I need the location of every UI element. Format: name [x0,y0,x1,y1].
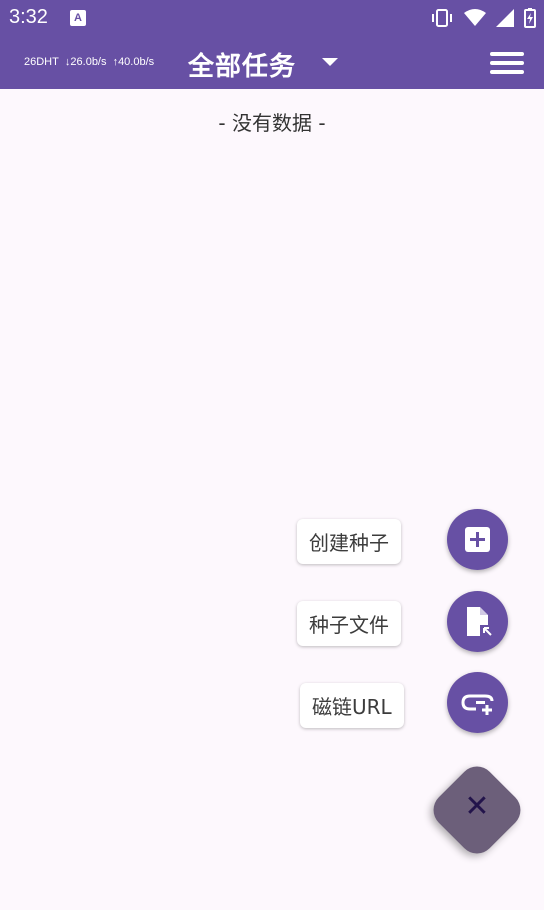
signal-icon [496,9,514,27]
wifi-icon [464,9,486,26]
add-box-icon [465,527,490,552]
create-torrent-button[interactable] [447,509,508,570]
magnet-url-label[interactable]: 磁链URL [300,683,404,728]
create-torrent-label[interactable]: 创建种子 [297,519,401,564]
file-open-icon [467,607,492,637]
add-link-icon [461,694,494,715]
upload-speed: ↑40.0b/s [112,56,155,68]
app-bar: 26DHT ↓26.0b/s ↑40.0b/s 全部任务 [0,38,544,89]
magnet-url-button[interactable] [447,672,508,733]
system-icons [430,7,536,29]
empty-state-text: - 没有数据 - [218,111,326,135]
dht-count: 26DHT [24,56,59,68]
menu-icon[interactable] [490,52,524,74]
transfer-stats: 26DHT ↓26.0b/s ↑40.0b/s [24,56,157,68]
torrent-file-label[interactable]: 种子文件 [297,601,401,646]
download-speed: ↓26.0b/s [64,56,107,68]
battery-icon [524,8,536,28]
status-bar: 3:32 A [0,0,544,38]
torrent-file-button[interactable] [447,591,508,652]
vibrate-icon [432,9,452,27]
font-notification-icon: A [70,10,86,26]
chevron-down-icon[interactable] [322,58,338,66]
close-icon[interactable]: ✕ [462,792,492,822]
status-time: 3:32 [9,6,48,28]
page-title[interactable]: 全部任务 [188,46,296,83]
